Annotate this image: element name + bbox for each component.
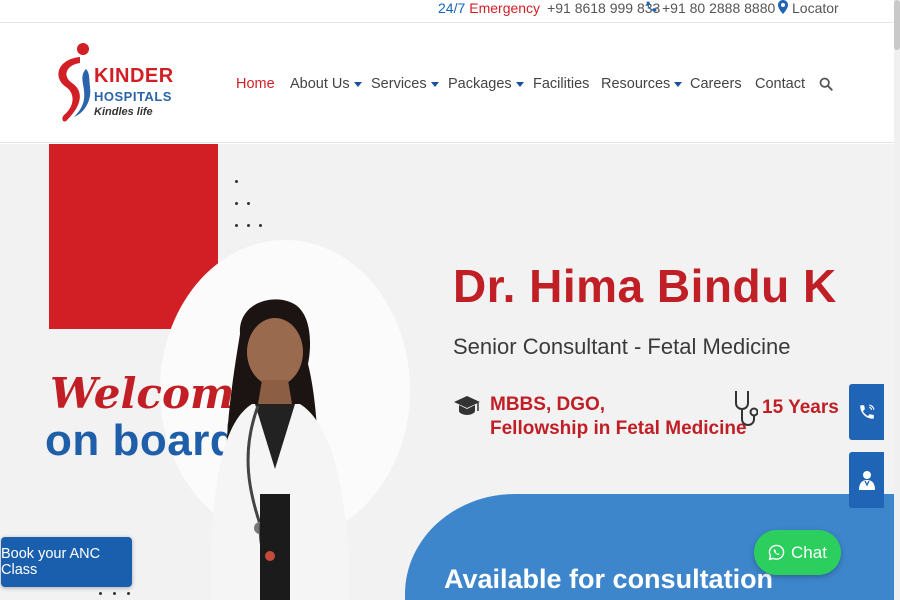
caret-down-icon: [430, 82, 439, 87]
top-bar: 24/7 Emergency +91 8618 999 833 +91 80 2…: [0, 0, 894, 22]
stethoscope-icon: [735, 391, 758, 426]
emergency-label: Emergency: [469, 0, 541, 16]
graduation-cap-icon: [454, 396, 480, 415]
qualification-line-2: Fellowship in Fetal Medicine: [490, 418, 747, 439]
caret-down-icon: [353, 82, 362, 87]
nav-about-us[interactable]: About Us: [290, 76, 362, 92]
scrollbar-thumb[interactable]: [894, 0, 900, 50]
nav-home-label: Home: [236, 76, 275, 92]
chat-button[interactable]: Chat: [754, 530, 841, 575]
nav-home[interactable]: Home: [236, 76, 275, 92]
logo-subword: HOSPITALS: [94, 89, 172, 104]
hero-banner[interactable]: Welcome on board Dr. Hima Bindu K Senior…: [0, 144, 894, 600]
nav-resources[interactable]: Resources: [601, 76, 683, 92]
nav-services[interactable]: Services: [371, 76, 439, 92]
map-pin-icon: [778, 0, 788, 17]
logo-wordmark: KINDER: [94, 65, 174, 87]
phone-contact[interactable]: +91 80 2888 8880: [645, 0, 775, 16]
nav-facilities[interactable]: Facilities: [533, 76, 589, 92]
nav-packages[interactable]: Packages: [448, 76, 524, 92]
kinder-logo[interactable]: KINDER HOSPITALS Kindles life: [50, 43, 180, 129]
locator-label: Locator: [792, 0, 839, 16]
emergency-prefix: 24/7: [438, 0, 466, 16]
caret-down-icon: [674, 82, 683, 87]
nav-contact-label: Contact: [755, 76, 805, 92]
call-side-button[interactable]: [849, 384, 884, 440]
nav-careers[interactable]: Careers: [690, 76, 742, 92]
logo-tagline: Kindles life: [94, 106, 153, 118]
search-button[interactable]: [819, 77, 833, 91]
doctor-icon: [858, 471, 875, 490]
doctor-photo: [210, 299, 350, 600]
nav-facilities-label: Facilities: [533, 76, 590, 92]
chat-label: Chat: [791, 542, 827, 562]
locator-link[interactable]: Locator: [778, 0, 839, 16]
find-doctor-side-button[interactable]: [849, 452, 884, 508]
phone-number: +91 80 2888 8880: [662, 0, 776, 16]
doctor-experience: 15 Years: [762, 397, 839, 418]
doctor-name: Dr. Hima Bindu K: [453, 260, 837, 312]
site-header: KINDER HOSPITALS Kindles life Home About…: [0, 22, 894, 143]
search-icon: [819, 77, 833, 91]
caret-down-icon: [515, 82, 524, 87]
whatsapp-icon: [768, 544, 785, 561]
doctor-title: Senior Consultant - Fetal Medicine: [453, 334, 791, 359]
nav-contact[interactable]: Contact: [755, 76, 805, 92]
availability-text: Available for consultation: [444, 564, 774, 594]
emergency-number: +91 8618 999 833: [547, 0, 661, 16]
nav-about-us-label: About Us: [290, 76, 350, 92]
phone-icon: [645, 0, 658, 16]
book-anc-class-button[interactable]: Book your ANC Class: [1, 537, 132, 587]
nav-services-label: Services: [371, 76, 427, 92]
logo-mark-icon: [58, 43, 91, 122]
emergency-contact[interactable]: 24/7 Emergency +91 8618 999 833: [438, 0, 660, 16]
nav-resources-label: Resources: [601, 76, 671, 92]
page-scrollbar[interactable]: [894, 0, 900, 600]
phone-call-icon: [859, 404, 874, 419]
qualification-line-1: MBBS, DGO,: [490, 394, 606, 415]
nav-packages-label: Packages: [448, 76, 512, 92]
nav-careers-label: Careers: [690, 76, 742, 92]
doctor-qualification: MBBS, DGO, Fellowship in Fetal Medicine: [490, 393, 747, 441]
